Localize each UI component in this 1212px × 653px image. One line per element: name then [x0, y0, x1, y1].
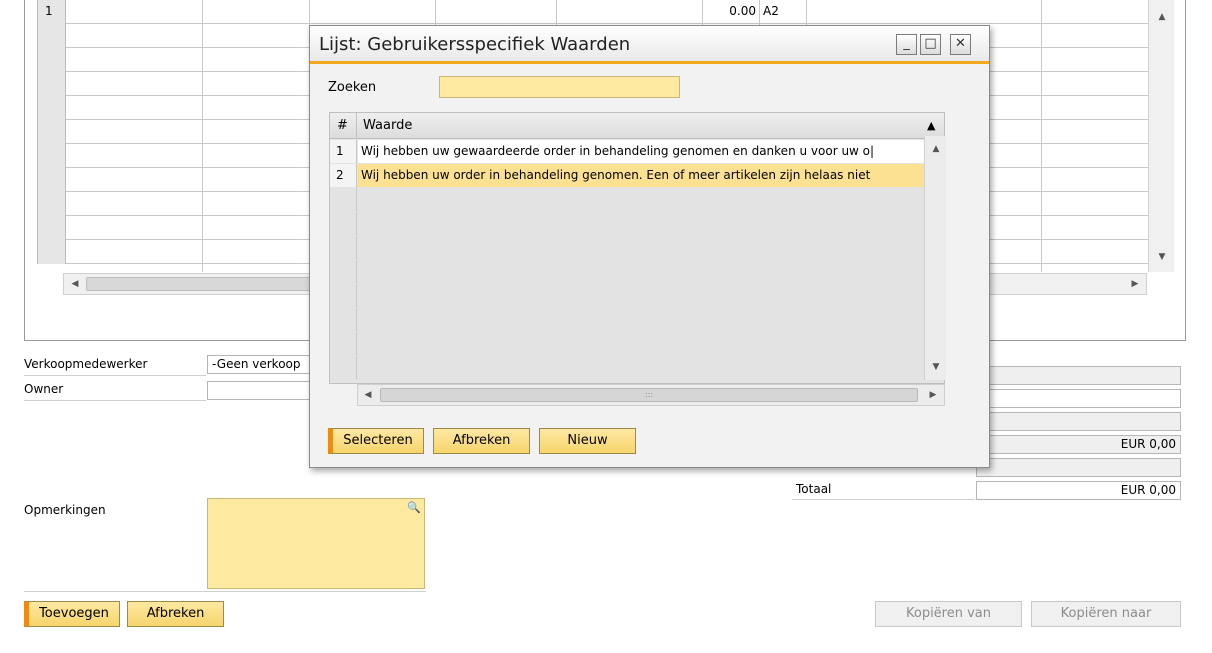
values-table: # Waarde ▲ 1 Wij hebben uw gewaardeerde … — [329, 112, 945, 384]
grid-vertical-scrollbar[interactable]: ▲ ▼ — [1148, 0, 1174, 272]
row-number — [330, 284, 357, 307]
table-row[interactable] — [330, 332, 926, 355]
owner-label: Owner — [24, 382, 64, 396]
owner-field[interactable] — [207, 381, 313, 400]
table-row[interactable]: 1 Wij hebben uw gewaardeerde order in be… — [330, 140, 926, 163]
row-value — [358, 188, 926, 211]
divider — [24, 375, 206, 376]
tax-amount-field: EUR 0,00 — [976, 435, 1181, 454]
row-number — [330, 356, 357, 379]
row-value: Wij hebben uw gewaardeerde order in beha… — [358, 140, 926, 163]
row-number — [37, 48, 66, 72]
sales-employee-label: Verkoopmedewerker — [24, 357, 148, 371]
row-number — [330, 260, 357, 283]
row-number — [37, 144, 66, 168]
table-row[interactable] — [330, 284, 926, 307]
column-header-value[interactable]: Waarde — [363, 118, 412, 133]
row-value — [358, 356, 926, 379]
row-number: 2 — [330, 164, 357, 187]
dialog-titlebar[interactable]: Lijst: Gebruikersspecifiek Waarden _ □ ✕ — [310, 26, 989, 64]
copy-to-button[interactable]: Kopiëren naar — [1031, 601, 1181, 627]
totals-field — [976, 412, 1181, 431]
row-number — [37, 96, 66, 120]
new-button[interactable]: Nieuw — [539, 428, 636, 454]
search-label: Zoeken — [328, 80, 377, 95]
table-row[interactable] — [330, 260, 926, 283]
scroll-right-icon[interactable]: ▶ — [924, 386, 942, 404]
totals-field[interactable] — [976, 389, 1181, 408]
table-vertical-scrollbar[interactable]: ▲ ▼ — [924, 136, 946, 380]
cancel-button[interactable]: Afbreken — [127, 601, 224, 627]
row-code: A2 — [763, 4, 779, 18]
row-number — [330, 332, 357, 355]
row-value — [358, 332, 926, 355]
table-row[interactable] — [330, 236, 926, 259]
total-label: Totaal — [796, 482, 832, 496]
add-button[interactable]: Toevoegen — [24, 601, 120, 627]
row-amount: 0.00 — [729, 4, 756, 18]
table-horizontal-scrollbar[interactable]: ◀ ::: ▶ — [357, 384, 945, 406]
scroll-thumb[interactable]: ::: — [380, 388, 918, 402]
remarks-label: Opmerkingen — [24, 503, 106, 517]
select-button[interactable]: Selecteren — [328, 428, 424, 454]
totals-field — [976, 458, 1181, 477]
copy-from-button[interactable]: Kopiëren van — [875, 601, 1022, 627]
sales-employee-field[interactable]: -Geen verkoop — [207, 355, 313, 374]
row-value — [358, 284, 926, 307]
remarks-textarea[interactable]: 🔍 — [207, 498, 425, 589]
row-number — [37, 240, 66, 264]
table-row[interactable] — [330, 356, 926, 379]
column-header-number[interactable]: # — [337, 118, 348, 133]
maximize-icon[interactable]: □ — [920, 34, 941, 55]
row-number — [37, 168, 66, 192]
table-row-selected[interactable]: 2 Wij hebben uw order in behandeling gen… — [330, 164, 926, 187]
search-icon[interactable]: 🔍 — [407, 501, 421, 514]
divider — [792, 499, 975, 500]
table-row[interactable] — [330, 212, 926, 235]
table-row[interactable] — [330, 188, 926, 211]
divider — [24, 591, 426, 592]
row-value — [358, 308, 926, 331]
scroll-right-icon[interactable]: ▶ — [1126, 275, 1144, 293]
row-value: Wij hebben uw order in behandeling genom… — [358, 164, 926, 187]
scroll-left-icon[interactable]: ◀ — [359, 386, 377, 404]
scroll-down-icon[interactable]: ▼ — [1153, 248, 1171, 266]
close-icon[interactable]: ✕ — [950, 34, 971, 55]
row-number — [37, 216, 66, 240]
row-number — [37, 24, 66, 48]
dialog-title: Lijst: Gebruikersspecifiek Waarden — [319, 34, 631, 55]
row-value — [358, 236, 926, 259]
row-number: 1 — [37, 0, 66, 24]
row-number — [37, 192, 66, 216]
table-row[interactable] — [330, 308, 926, 331]
total-amount-field: EUR 0,00 — [976, 481, 1181, 500]
header-divider — [356, 113, 357, 139]
row-number — [330, 308, 357, 331]
row-number — [330, 236, 357, 259]
row-number — [330, 188, 357, 211]
scroll-down-icon[interactable]: ▼ — [927, 358, 945, 376]
row-value — [358, 212, 926, 235]
scroll-up-icon[interactable]: ▲ — [1153, 8, 1171, 26]
search-input[interactable] — [439, 76, 680, 98]
divider — [24, 400, 206, 401]
sort-ascending-icon: ▲ — [927, 119, 936, 132]
row-number — [330, 212, 357, 235]
scroll-up-icon[interactable]: ▲ — [927, 140, 945, 158]
row-number: 1 — [330, 140, 357, 163]
row-number — [37, 120, 66, 144]
list-dialog: Lijst: Gebruikersspecifiek Waarden _ □ ✕… — [309, 25, 990, 468]
row-number — [37, 72, 66, 96]
row-value — [358, 260, 926, 283]
scroll-left-icon[interactable]: ◀ — [66, 275, 84, 293]
table-row[interactable]: 1 0.00 A2 — [37, 0, 1174, 24]
dialog-cancel-button[interactable]: Afbreken — [433, 428, 530, 454]
table-header: # Waarde ▲ — [330, 113, 944, 139]
totals-field — [976, 366, 1181, 385]
minimize-icon[interactable]: _ — [896, 34, 917, 55]
